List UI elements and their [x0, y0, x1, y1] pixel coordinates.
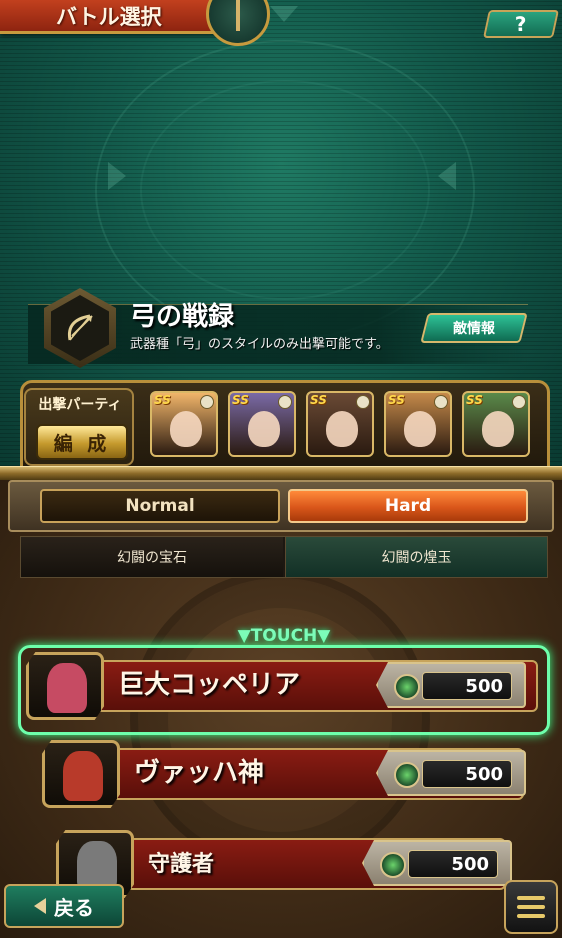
- left-arrow-icon: [108, 162, 126, 190]
- enemy-info-label: 敵情報: [453, 321, 495, 337]
- enemy-info-button[interactable]: 敵情報: [420, 313, 528, 343]
- enemy-row[interactable]: ヴァッハ神 500: [42, 740, 526, 808]
- stamina-icon: [394, 674, 420, 700]
- cost-value: 500: [408, 850, 498, 878]
- cost-box: 500: [376, 662, 526, 708]
- back-button[interactable]: 戻る: [4, 884, 124, 928]
- back-arrow-icon: [34, 898, 46, 914]
- enemy-figure-icon: [47, 663, 87, 713]
- style-icon: [200, 395, 214, 409]
- cost-value: 500: [422, 760, 512, 788]
- bow-icon: [67, 314, 93, 341]
- menu-icon: [517, 896, 545, 900]
- decorative-ring-inner: [140, 80, 430, 300]
- menu-button[interactable]: [504, 880, 558, 934]
- enemy-name: 守護者: [148, 852, 215, 877]
- stamina-icon: [380, 852, 406, 878]
- enemy-figure-icon: [63, 751, 103, 801]
- character-face: [170, 411, 202, 447]
- help-button[interactable]: ?: [483, 10, 559, 38]
- touch-hint: ▼TOUCH▼: [237, 626, 331, 646]
- enemy-row[interactable]: 守護者 500: [56, 830, 512, 898]
- page-title-banner: バトル選択: [0, 0, 235, 34]
- enemy-name: 巨大コッペリア: [118, 670, 301, 700]
- party-member-portrait[interactable]: SS: [228, 391, 296, 457]
- rank-badge: SS: [232, 393, 249, 407]
- difficulty-normal-button[interactable]: Normal: [40, 489, 280, 523]
- page-title: バトル選択: [56, 4, 162, 29]
- style-icon: [278, 395, 292, 409]
- cost-box: 500: [362, 840, 512, 886]
- rank-badge: SS: [154, 393, 171, 407]
- cost-value: 500: [422, 672, 512, 700]
- divider-rail: [0, 466, 562, 480]
- party-label: 出撃パーティ: [38, 397, 122, 413]
- right-arrow-icon: [438, 162, 456, 190]
- enemy-portrait: [42, 740, 120, 808]
- rank-badge: SS: [310, 393, 327, 407]
- style-icon: [512, 395, 526, 409]
- character-face: [326, 411, 358, 447]
- character-face: [404, 411, 436, 447]
- reward-tab-gem[interactable]: 幻闘の宝石: [21, 537, 283, 577]
- reward-tab-orb[interactable]: 幻闘の煌玉: [285, 537, 547, 577]
- style-icon: [434, 395, 448, 409]
- party-member-portrait[interactable]: SS: [306, 391, 374, 457]
- rank-badge: SS: [466, 393, 483, 407]
- down-arrow-icon: [270, 6, 298, 22]
- formation-button[interactable]: 編 成: [36, 424, 128, 460]
- battle-name: 弓の戦録: [130, 302, 235, 332]
- stamina-icon: [394, 762, 420, 788]
- style-icon: [356, 395, 370, 409]
- enemy-row[interactable]: 巨大コッペリア 500: [26, 652, 538, 720]
- party-member-portrait[interactable]: SS: [384, 391, 452, 457]
- character-face: [248, 411, 280, 447]
- help-label: ?: [514, 12, 528, 36]
- rank-badge: SS: [388, 393, 405, 407]
- back-label: 戻る: [54, 895, 94, 920]
- character-face: [482, 411, 514, 447]
- party-member-portrait[interactable]: SS: [150, 391, 218, 457]
- battle-description: 武器種「弓」のスタイルのみ出撃可能です。: [130, 337, 389, 352]
- cost-box: 500: [376, 750, 526, 796]
- difficulty-hard-button[interactable]: Hard: [288, 489, 528, 523]
- enemy-name: ヴァッハ神: [134, 758, 265, 788]
- enemy-portrait: [26, 652, 104, 720]
- party-member-portrait[interactable]: SS: [462, 391, 530, 457]
